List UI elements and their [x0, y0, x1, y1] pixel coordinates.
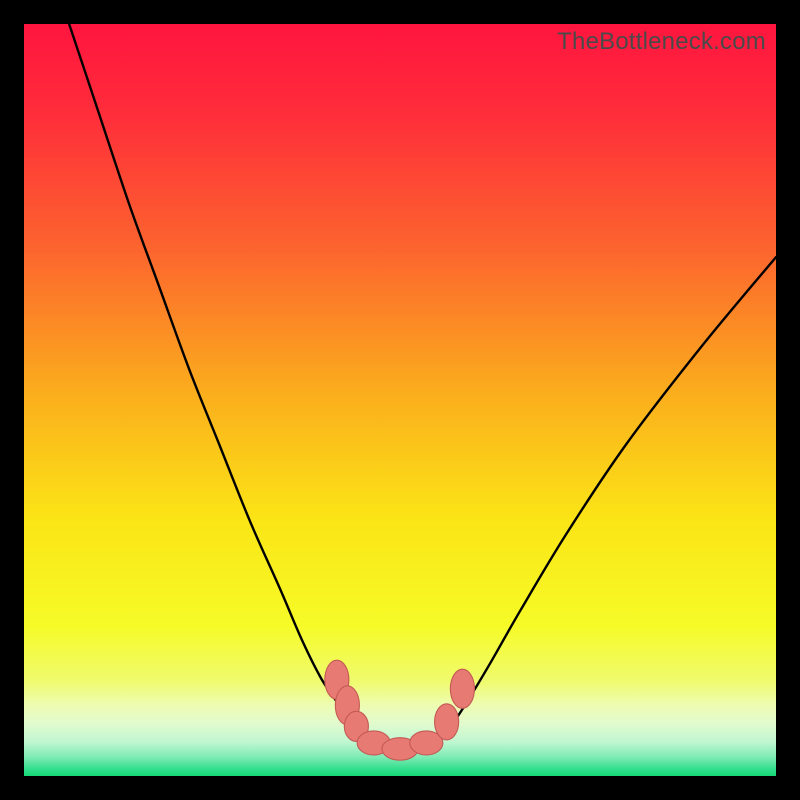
curve-marker	[450, 669, 474, 708]
chart-svg	[24, 24, 776, 776]
curve-marker	[435, 704, 459, 740]
plot-area: TheBottleneck.com	[24, 24, 776, 776]
chart-frame: TheBottleneck.com	[0, 0, 800, 800]
watermark-text: TheBottleneck.com	[557, 28, 766, 56]
curve-markers	[325, 660, 475, 760]
bottleneck-curve	[69, 24, 776, 750]
